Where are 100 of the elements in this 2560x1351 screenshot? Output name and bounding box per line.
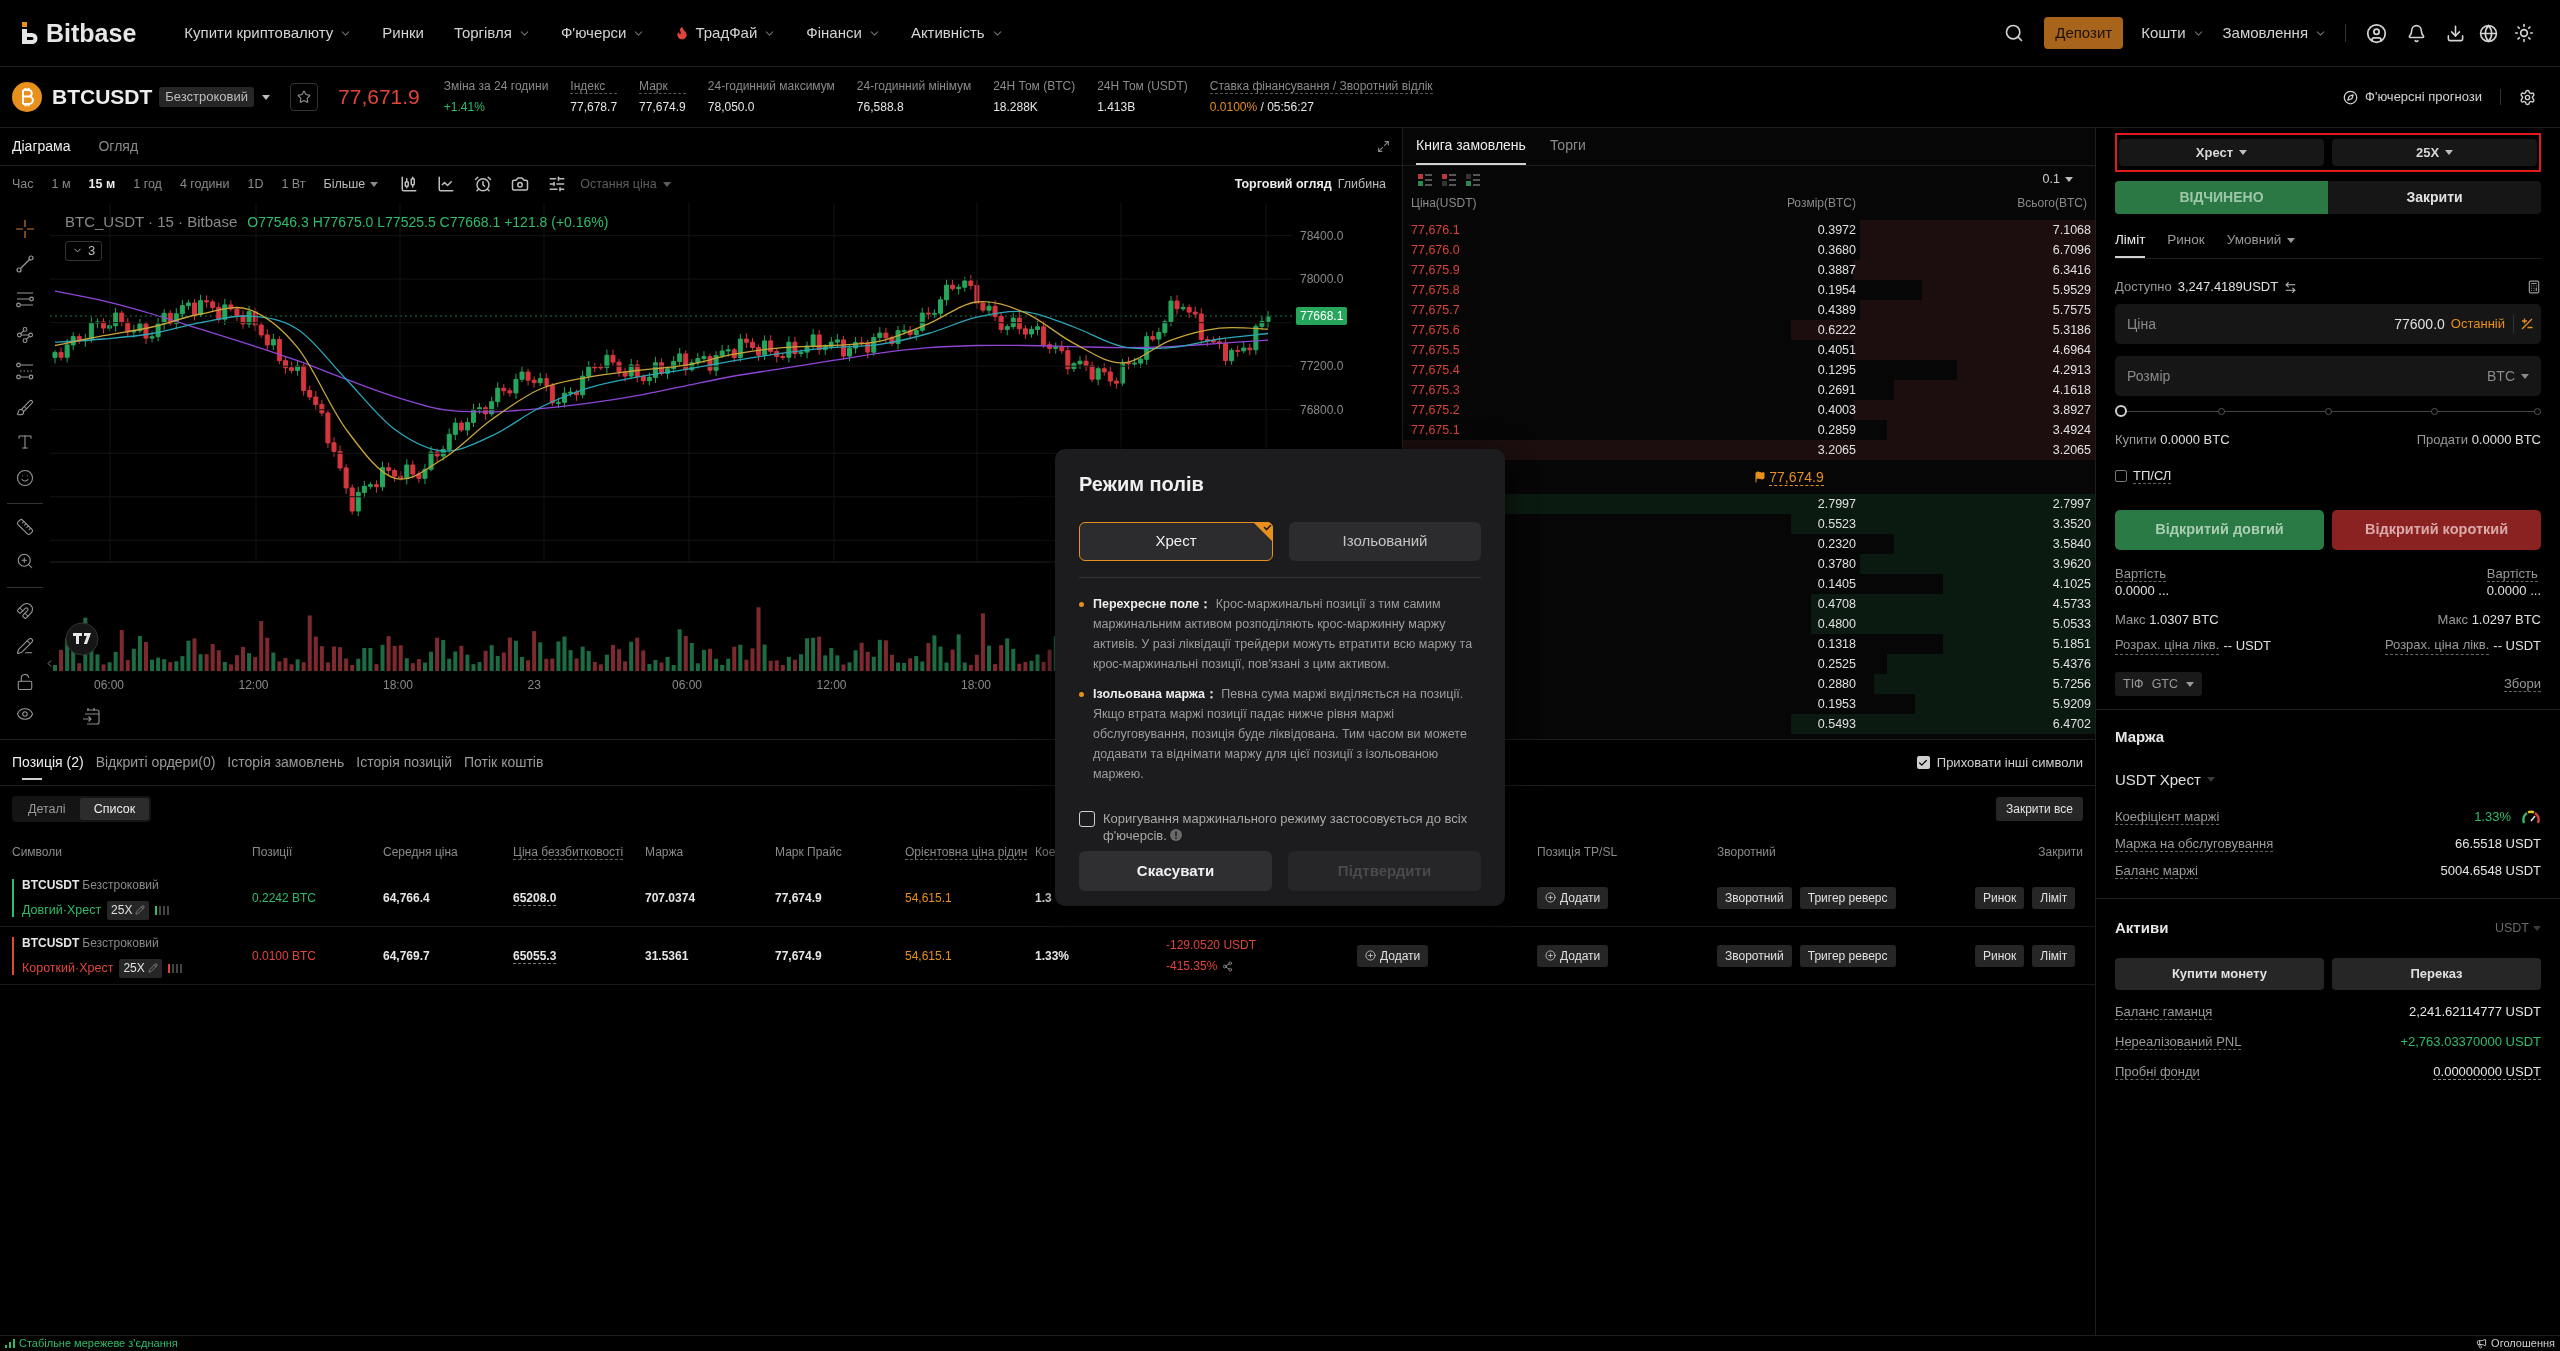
- buy-coin-button[interactable]: Купити монету: [2115, 957, 2324, 990]
- trend-line-icon[interactable]: [16, 255, 34, 273]
- market-close-button[interactable]: Ринок: [1975, 886, 2025, 909]
- nav-menu-item[interactable]: Фінанси: [806, 21, 881, 45]
- info-icon[interactable]: [1170, 829, 1183, 841]
- more-intervals-dropdown[interactable]: Більше: [323, 174, 379, 194]
- download-icon[interactable]: [2446, 23, 2465, 43]
- tif-dropdown[interactable]: ТІФ GTC: [2115, 672, 2202, 696]
- interval-tab[interactable]: Час: [12, 174, 34, 194]
- market-close-button[interactable]: Ринок: [1975, 944, 2025, 967]
- margin-mode-dropdown[interactable]: Хрест: [2119, 139, 2324, 166]
- order-book-tab[interactable]: Торги: [1549, 128, 1586, 165]
- nav-menu-item[interactable]: Торгівля: [453, 21, 531, 45]
- nav-menu-item[interactable]: ТрадФай: [675, 21, 777, 45]
- price-input[interactable]: Ціна 77600.0 Останній: [2115, 304, 2541, 344]
- size-input[interactable]: Розмір BTC: [2115, 356, 2541, 396]
- checkbox[interactable]: [2115, 470, 2127, 482]
- user-icon[interactable]: [2366, 22, 2387, 44]
- expand-icon[interactable]: [1377, 139, 1390, 153]
- interval-tab[interactable]: 1 год: [133, 174, 162, 194]
- order-book-layout-icon[interactable]: [1418, 173, 1432, 186]
- order-book-layout-icon[interactable]: [1466, 173, 1480, 186]
- margin-mode-option[interactable]: Ізольований: [1289, 522, 1481, 561]
- interval-tab[interactable]: 1 Вт: [281, 174, 306, 194]
- pencil-icon[interactable]: [16, 637, 34, 655]
- view-option[interactable]: Деталі: [14, 798, 80, 820]
- crosshair-icon[interactable]: [16, 220, 34, 238]
- plus-minus-icon[interactable]: [2521, 318, 2533, 330]
- announcements-button[interactable]: Оголошення: [2476, 1335, 2555, 1351]
- trigger-reverse-button[interactable]: Тригер реверс: [1799, 886, 1896, 909]
- positions-tab[interactable]: Історія замовлень: [227, 740, 345, 785]
- limit-close-button[interactable]: Ліміт: [2032, 886, 2076, 909]
- reverse-button[interactable]: Зворотний: [1717, 886, 1792, 909]
- candlestick-icon[interactable]: [400, 175, 419, 194]
- ruler-icon[interactable]: [16, 518, 34, 536]
- eye-icon[interactable]: [16, 705, 34, 723]
- sliders-icon[interactable]: [548, 175, 567, 194]
- order-book-tab[interactable]: Книга замовлень: [1416, 128, 1526, 165]
- positions-tab[interactable]: Відкриті ордери(0): [95, 740, 216, 785]
- limit-close-button[interactable]: Ліміт: [2032, 944, 2076, 967]
- share-icon[interactable]: [1222, 960, 1234, 972]
- transfer-icon[interactable]: [2284, 280, 2298, 294]
- interval-tab[interactable]: 1 м: [51, 174, 71, 194]
- checkbox[interactable]: [1916, 756, 1930, 769]
- indicators-toggle[interactable]: 3: [65, 240, 103, 261]
- nav-menu-item[interactable]: Кошти: [2141, 21, 2205, 45]
- interval-tab[interactable]: 4 години: [179, 174, 230, 194]
- level-lines-icon[interactable]: [16, 362, 34, 380]
- trigger-reverse-button[interactable]: Тригер реверс: [1799, 944, 1896, 967]
- globe-icon[interactable]: [2479, 23, 2498, 43]
- interval-tab[interactable]: 1D: [247, 174, 264, 194]
- leverage-dropdown[interactable]: 25X: [2332, 139, 2537, 166]
- futures-forecast-link[interactable]: Ф'ючерсні прогнози: [2343, 87, 2482, 107]
- nav-menu-item[interactable]: Ф'ючерси: [560, 21, 646, 45]
- reverse-button[interactable]: Зворотний: [1717, 944, 1792, 967]
- positions-tab[interactable]: Історія позицій: [356, 740, 453, 785]
- nav-menu-item[interactable]: Активність: [910, 21, 1004, 45]
- leverage-button[interactable]: 25X: [107, 900, 150, 920]
- precision-dropdown[interactable]: 0.1: [2042, 170, 2073, 189]
- order-type-tab[interactable]: Умовний: [2226, 224, 2296, 258]
- search-icon[interactable]: [2004, 23, 2025, 43]
- fees-link[interactable]: Збори: [2503, 676, 2541, 692]
- line-chart-icon[interactable]: [437, 175, 456, 194]
- trade-side-tab[interactable]: Закрити: [2328, 181, 2541, 214]
- chart-view-tab[interactable]: Глибина: [1337, 174, 1386, 194]
- unlocked-lock-icon[interactable]: [16, 673, 34, 691]
- open-short-button[interactable]: Відкритий короткий: [2332, 510, 2541, 550]
- alarm-clock-icon[interactable]: [474, 175, 493, 194]
- nav-menu-item[interactable]: Купити криптовалюту: [184, 21, 353, 45]
- positions-tab[interactable]: Позиція (2): [12, 740, 84, 785]
- add-margin-button[interactable]: Додати: [1357, 944, 1429, 967]
- bell-icon[interactable]: [2407, 23, 2426, 43]
- deposit-button[interactable]: Депозит: [2044, 17, 2124, 49]
- calendar-arrow-icon[interactable]: [82, 707, 100, 725]
- chart-tab[interactable]: Діаграма: [12, 128, 71, 165]
- smiley-icon[interactable]: [16, 469, 34, 487]
- slider-thumb[interactable]: [2115, 405, 2127, 417]
- positions-tab[interactable]: Потік коштів: [464, 740, 544, 785]
- text-tool-icon[interactable]: [16, 433, 34, 451]
- close-all-button[interactable]: Закрити все: [1996, 797, 2083, 821]
- interval-tab[interactable]: 15 м: [88, 174, 116, 194]
- horizontal-lines-icon[interactable]: [16, 290, 34, 308]
- sun-icon[interactable]: [2514, 23, 2534, 43]
- chart-view-tab[interactable]: Торговий огляд: [1234, 174, 1332, 194]
- zoom-in-icon[interactable]: [16, 552, 34, 570]
- nav-menu-item[interactable]: Замовлення: [2222, 21, 2327, 45]
- cancel-button[interactable]: Скасувати: [1079, 851, 1272, 891]
- magnet-icon[interactable]: [16, 602, 34, 620]
- settings-icon[interactable]: [2519, 88, 2536, 106]
- calculator-icon[interactable]: [2527, 280, 2541, 294]
- nodes-icon[interactable]: [16, 326, 34, 344]
- favorite-button[interactable]: [290, 83, 319, 111]
- transfer-button[interactable]: Переказ: [2332, 957, 2541, 990]
- margin-mode-option[interactable]: Хрест: [1079, 522, 1273, 561]
- add-tpsl-button[interactable]: Додати: [1537, 944, 1609, 967]
- view-option[interactable]: Список: [79, 798, 150, 820]
- order-book-layout-icon[interactable]: [1442, 173, 1456, 186]
- leverage-button[interactable]: 25X: [119, 958, 162, 978]
- add-tpsl-button[interactable]: Додати: [1537, 886, 1609, 909]
- order-type-tab[interactable]: Ринок: [2167, 224, 2205, 258]
